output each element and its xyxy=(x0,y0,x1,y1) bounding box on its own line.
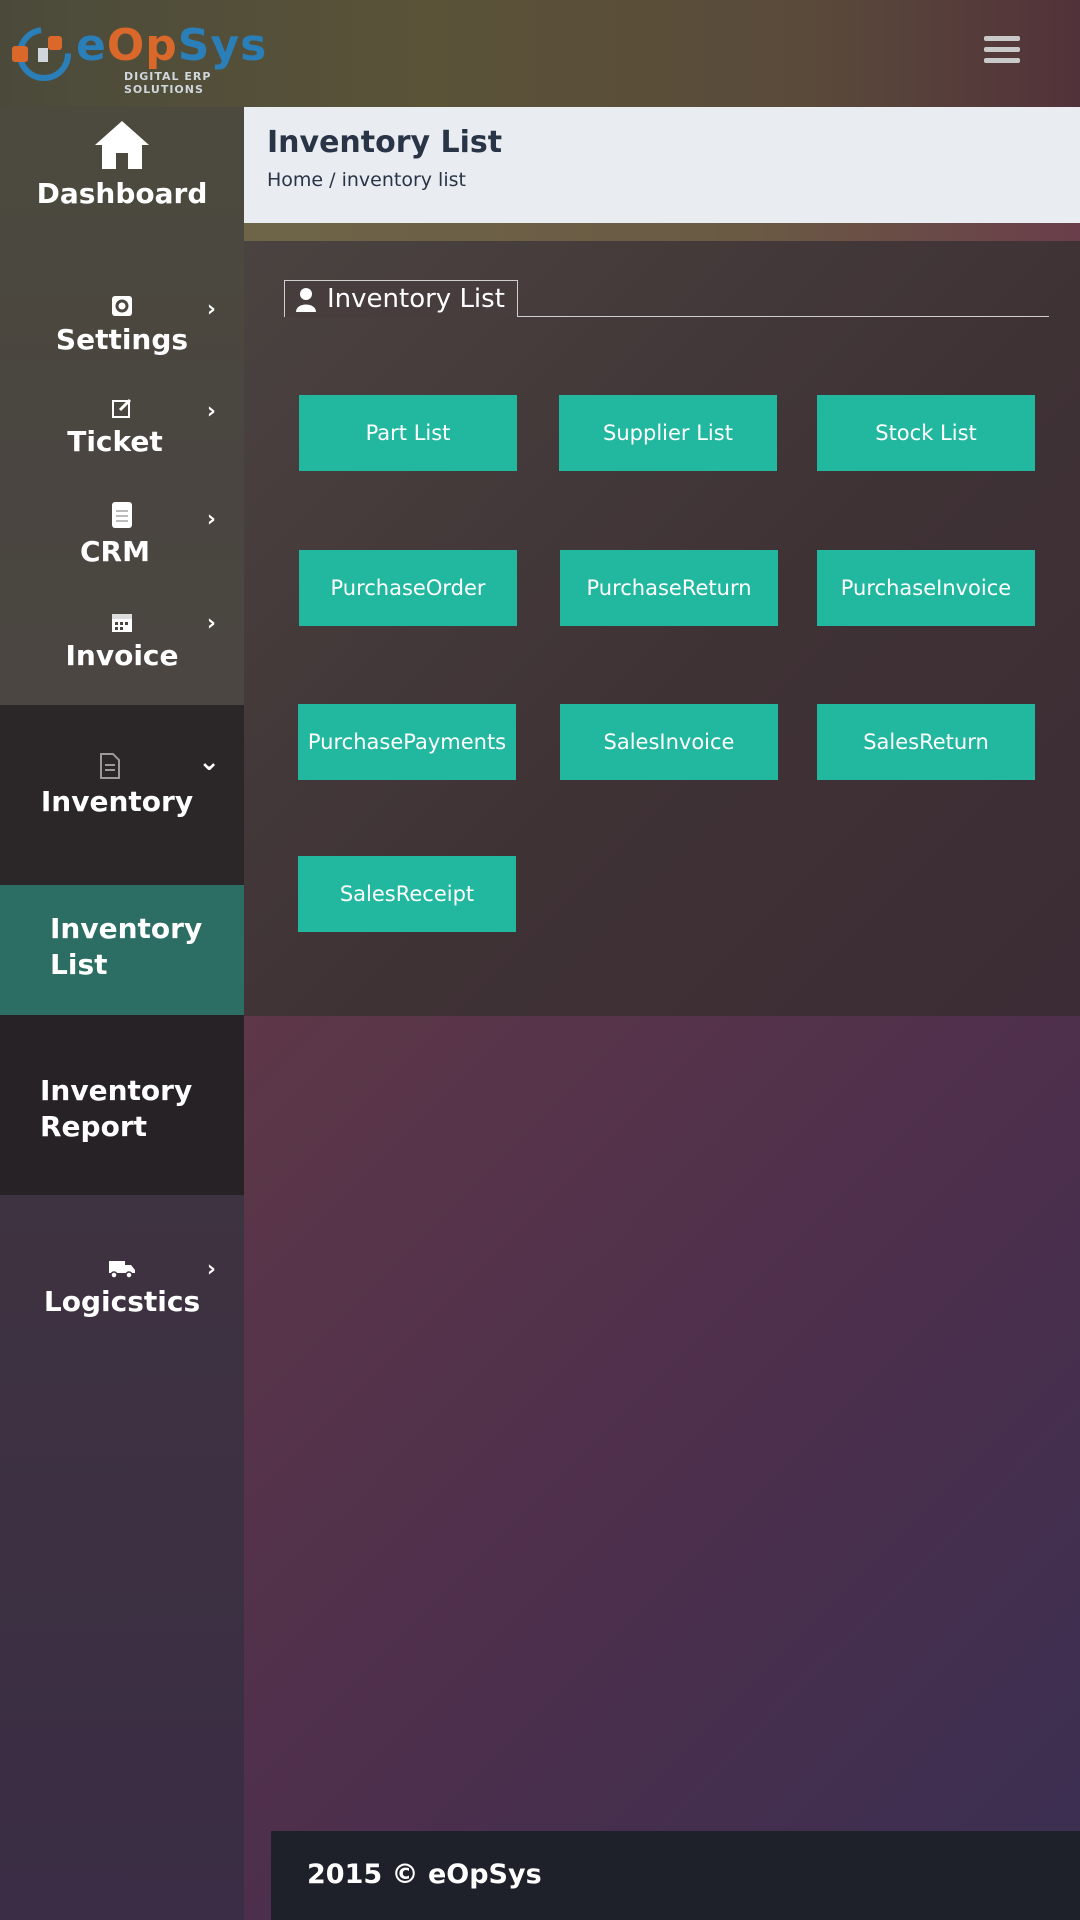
sidebar-item-settings[interactable]: Settings › xyxy=(0,295,244,356)
purchase-invoice-button[interactable]: PurchaseInvoice xyxy=(817,550,1035,626)
logo-mark-icon xyxy=(12,27,71,81)
purchase-return-button[interactable]: PurchaseReturn xyxy=(560,550,778,626)
gear-icon xyxy=(112,296,132,316)
hamburger-bar xyxy=(984,58,1020,63)
purchase-payments-button[interactable]: PurchasePayments xyxy=(298,704,516,780)
sidebar-subitem-inventory-list[interactable]: Inventory List xyxy=(0,885,244,1015)
part-list-button[interactable]: Part List xyxy=(299,395,517,471)
sidebar-item-label: Logicstics xyxy=(43,1285,201,1318)
sidebar: Dashboard Settings › Ticket › CRM › Invo… xyxy=(0,107,244,1920)
sidebar-item-inventory[interactable]: Inventory ⌄ xyxy=(0,705,244,885)
calendar-icon xyxy=(112,614,132,632)
user-icon xyxy=(296,288,316,312)
breadcrumb-separator: / xyxy=(323,169,342,191)
chevron-right-icon: › xyxy=(206,297,216,322)
page-title-bar: Inventory List Home / inventory list xyxy=(244,107,1080,223)
sidebar-item-label: Invoice xyxy=(65,639,179,672)
sidebar-subitem-label: Inventory List xyxy=(50,912,203,981)
chevron-right-icon: › xyxy=(206,399,216,424)
eopsys-logo[interactable]: eOpSys DIGITAL ERP SOLUTIONS xyxy=(12,20,272,96)
sidebar-item-label: CRM xyxy=(80,535,150,568)
purchase-order-button[interactable]: PurchaseOrder xyxy=(299,550,517,626)
chevron-down-icon: ⌄ xyxy=(198,747,220,777)
chevron-right-icon: › xyxy=(206,611,216,636)
sales-invoice-button[interactable]: SalesInvoice xyxy=(560,704,778,780)
page-title: Inventory List xyxy=(267,125,503,160)
panel-legend: Inventory List xyxy=(284,280,518,317)
edit-icon xyxy=(112,398,132,418)
sidebar-item-dashboard[interactable]: Dashboard xyxy=(0,119,244,210)
sidebar-item-crm[interactable]: CRM › xyxy=(0,501,244,568)
footer: 2015 © eOpSys xyxy=(271,1831,1080,1920)
breadcrumb-current: inventory list xyxy=(341,169,466,191)
logo-wordmark: eOpSys xyxy=(76,20,268,71)
hamburger-menu-button[interactable] xyxy=(984,36,1020,68)
truck-icon xyxy=(109,1261,135,1279)
breadcrumb-home-link[interactable]: Home xyxy=(267,169,323,191)
home-icon xyxy=(95,121,149,169)
sidebar-item-invoice[interactable]: Invoice › xyxy=(0,611,244,672)
top-header: eOpSys DIGITAL ERP SOLUTIONS xyxy=(0,0,1080,107)
hamburger-bar xyxy=(984,47,1020,52)
hamburger-icon xyxy=(984,36,1020,41)
logo-tagline: DIGITAL ERP SOLUTIONS xyxy=(124,70,212,96)
chevron-right-icon: › xyxy=(206,507,216,532)
content-panel: Inventory List Part List Supplier List S… xyxy=(244,241,1080,1016)
sidebar-item-label: Settings xyxy=(55,323,189,356)
sidebar-subitem-inventory-report[interactable]: Inventory Report xyxy=(0,1015,244,1195)
panel-legend-title: Inventory List xyxy=(327,284,505,314)
sidebar-item-label: Dashboard xyxy=(36,177,208,210)
sidebar-item-label: Ticket xyxy=(67,425,163,458)
sidebar-item-logistics[interactable]: Logicstics › xyxy=(0,1257,244,1318)
chevron-right-icon: › xyxy=(206,1257,216,1282)
sidebar-item-label: Inventory xyxy=(40,785,194,818)
breadcrumb: Home / inventory list xyxy=(267,169,466,191)
title-underline-strip xyxy=(244,223,1080,241)
document-icon xyxy=(112,502,132,528)
sales-return-button[interactable]: SalesReturn xyxy=(817,704,1035,780)
supplier-list-button[interactable]: Supplier List xyxy=(559,395,777,471)
sidebar-item-ticket[interactable]: Ticket › xyxy=(0,397,244,458)
footer-copyright: 2015 © eOpSys xyxy=(307,1859,542,1890)
sidebar-subitem-label: Inventory Report xyxy=(40,1074,193,1143)
file-icon xyxy=(100,753,120,779)
sales-receipt-button[interactable]: SalesReceipt xyxy=(298,856,516,932)
stock-list-button[interactable]: Stock List xyxy=(817,395,1035,471)
